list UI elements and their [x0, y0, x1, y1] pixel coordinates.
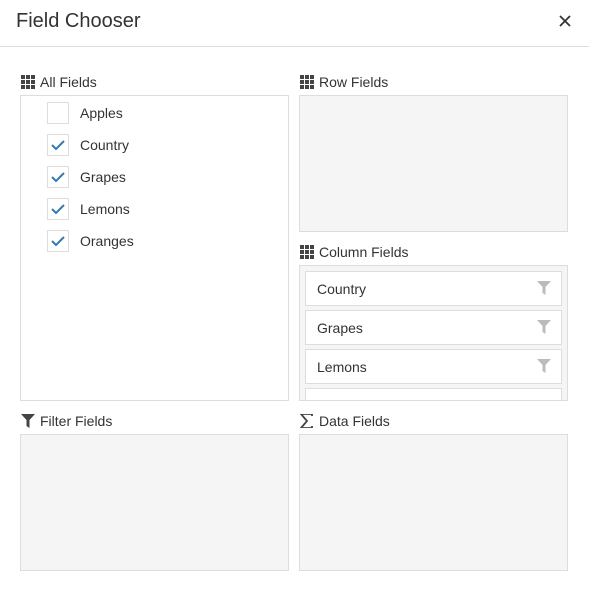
field-label: Apples: [80, 105, 123, 121]
chip-label: Lemons: [317, 358, 367, 375]
column-field-chip-country[interactable]: Country: [305, 271, 562, 306]
all-fields-list[interactable]: Apples Country Grapes Lemons Oranges: [20, 95, 289, 401]
sigma-icon: [300, 414, 314, 428]
check-icon: [51, 204, 65, 215]
close-button[interactable]: [555, 11, 575, 31]
filter-fields-dropzone[interactable]: [20, 434, 289, 571]
field-item-oranges[interactable]: Oranges: [47, 230, 134, 252]
data-fields-label: Data Fields: [319, 413, 390, 429]
filter-icon[interactable]: [537, 281, 551, 295]
data-fields-dropzone[interactable]: [299, 434, 568, 571]
field-label: Grapes: [80, 169, 126, 185]
dialog-title: Field Chooser: [16, 10, 141, 32]
filter-fields-label: Filter Fields: [40, 413, 113, 429]
column-fields-header: Column Fields: [300, 244, 408, 260]
close-icon: [559, 15, 571, 27]
column-field-chip-partial[interactable]: [305, 388, 562, 400]
filter-icon: [21, 414, 35, 428]
field-item-lemons[interactable]: Lemons: [47, 198, 130, 220]
column-fields-label: Column Fields: [319, 244, 409, 260]
field-label: Lemons: [80, 201, 130, 217]
checkbox-apples[interactable]: [47, 102, 69, 124]
grid-icon: [21, 75, 35, 89]
check-icon: [51, 172, 65, 183]
row-fields-header: Row Fields: [300, 74, 388, 90]
checkbox-oranges[interactable]: [47, 230, 69, 252]
filter-icon[interactable]: [537, 320, 551, 334]
field-label: Oranges: [80, 233, 134, 249]
field-item-apples[interactable]: Apples: [47, 102, 123, 124]
row-fields-dropzone[interactable]: [299, 95, 568, 232]
row-fields-label: Row Fields: [319, 74, 389, 90]
grid-icon: [300, 75, 314, 89]
all-fields-header: All Fields: [21, 74, 97, 90]
checkbox-lemons[interactable]: [47, 198, 69, 220]
grid-icon: [300, 245, 314, 259]
field-chooser-dialog: Field Chooser All Fields Apples Country …: [0, 0, 589, 591]
field-item-country[interactable]: Country: [47, 134, 129, 156]
column-field-chip-grapes[interactable]: Grapes: [305, 310, 562, 345]
filter-fields-header: Filter Fields: [21, 413, 112, 429]
chip-label: Grapes: [317, 319, 363, 336]
check-icon: [51, 236, 65, 247]
check-icon: [51, 140, 65, 151]
chip-label: Country: [317, 280, 367, 297]
all-fields-label: All Fields: [40, 74, 97, 90]
column-fields-dropzone[interactable]: Country Grapes Lemons: [299, 265, 568, 401]
dialog-titlebar: Field Chooser: [0, 0, 589, 47]
field-item-grapes[interactable]: Grapes: [47, 166, 126, 188]
filter-icon[interactable]: [537, 359, 551, 373]
data-fields-header: Data Fields: [300, 413, 390, 429]
checkbox-country[interactable]: [47, 134, 69, 156]
column-field-chip-lemons[interactable]: Lemons: [305, 349, 562, 384]
field-label: Country: [80, 137, 130, 153]
checkbox-grapes[interactable]: [47, 166, 69, 188]
